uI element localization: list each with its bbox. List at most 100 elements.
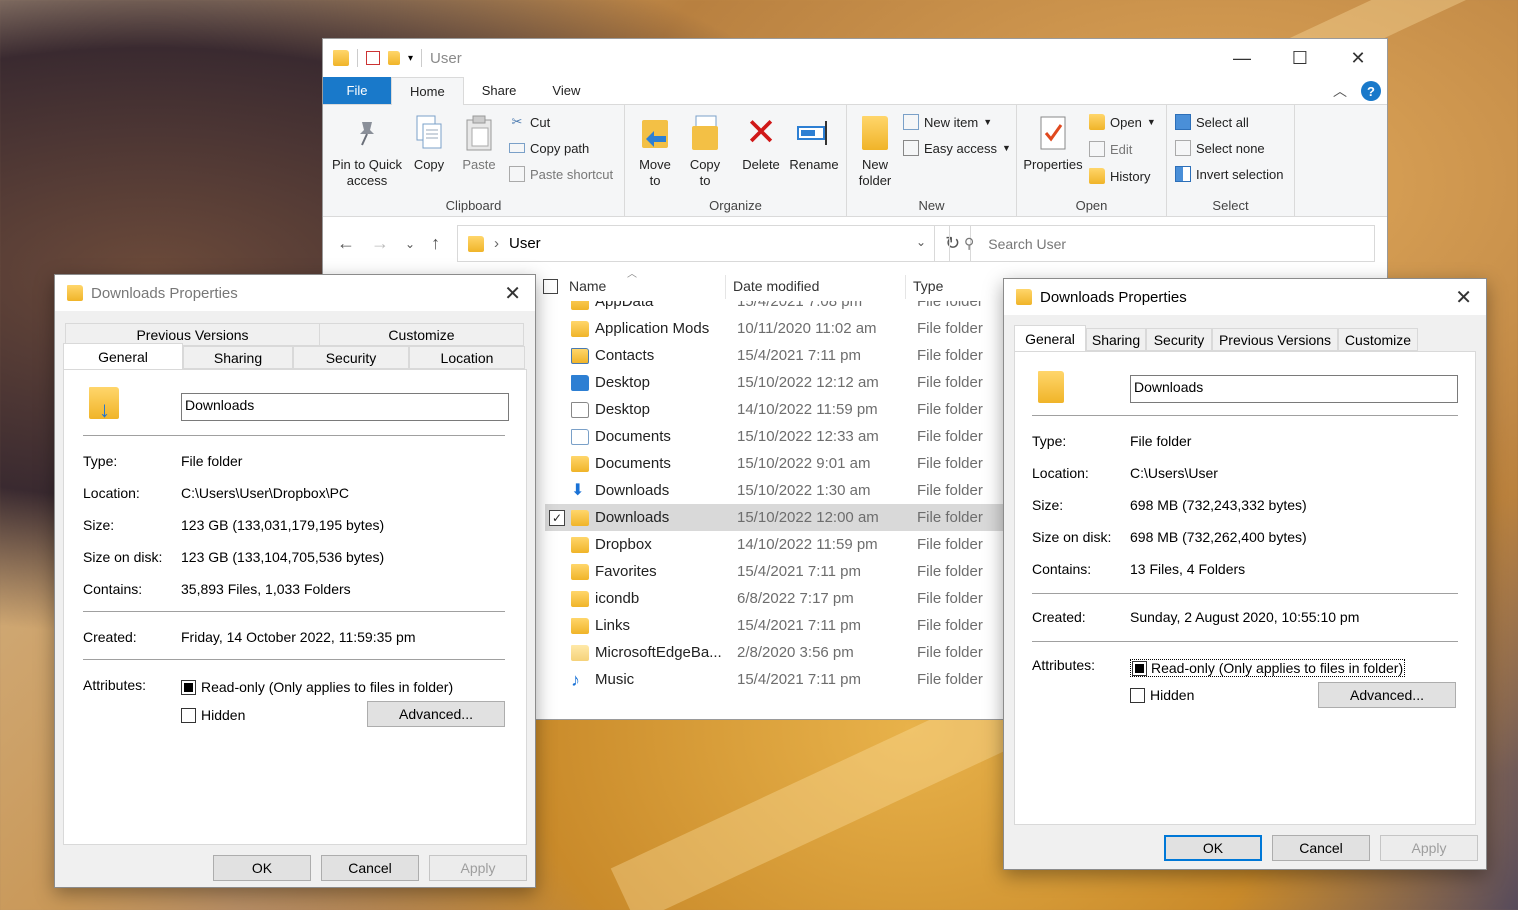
properties-qat-icon[interactable] — [366, 51, 380, 65]
ribbon-right-controls: ︿ ? — [1333, 81, 1381, 101]
tab-customize[interactable]: Customize — [1338, 328, 1418, 351]
file-row[interactable]: Links 15/4/2021 7:11 pm File folder — [545, 612, 1005, 639]
file-row[interactable]: ⬇ Downloads 15/10/2022 1:30 am File folder — [545, 477, 1005, 504]
move-to-button[interactable]: Move to — [633, 111, 677, 189]
tab-customize[interactable]: Customize — [319, 323, 524, 346]
ok-button[interactable]: OK — [1164, 835, 1262, 861]
select-none-button[interactable]: Select none — [1175, 137, 1265, 159]
cancel-button[interactable]: Cancel — [1272, 835, 1370, 861]
forward-arrow-icon[interactable]: → — [371, 233, 389, 254]
file-row[interactable]: AppData 15/4/2021 7:08 pm File folder — [545, 301, 1005, 315]
column-date-modified[interactable]: Date modified — [733, 278, 819, 294]
new-folder-button[interactable]: New folder — [855, 111, 895, 189]
file-row[interactable]: ♪ Music 15/4/2021 7:11 pm File folder — [545, 666, 1005, 693]
tab-previous-versions[interactable]: Previous Versions — [1212, 328, 1338, 351]
address-dropdown-icon[interactable]: ⌄ — [916, 235, 926, 249]
tab-home[interactable]: Home — [391, 77, 464, 106]
readonly-checkbox[interactable] — [181, 679, 196, 695]
tab-security[interactable]: Security — [293, 346, 409, 369]
customize-qat-dropdown-icon[interactable]: ▾ — [408, 53, 413, 64]
new-item-button[interactable]: New item ▼ — [903, 111, 992, 133]
tab-share[interactable]: Share — [464, 77, 535, 104]
back-arrow-icon[interactable]: ← — [337, 233, 355, 254]
hidden-option[interactable]: Hidden — [181, 707, 245, 723]
select-all-button[interactable]: Select all — [1175, 111, 1249, 133]
row-checkbox[interactable]: ✓ — [549, 509, 565, 526]
copy-path-button[interactable]: Copy path — [509, 137, 589, 159]
close-button[interactable]: ✕ — [1329, 39, 1387, 77]
file-row[interactable]: Documents 15/10/2022 9:01 am File folder — [545, 450, 1005, 477]
tab-view[interactable]: View — [534, 77, 598, 104]
search-input[interactable]: ⚲ Search User — [949, 225, 1375, 262]
tab-sharing[interactable]: Sharing — [183, 346, 293, 369]
file-row[interactable]: icondb 6/8/2022 7:17 pm File folder — [545, 585, 1005, 612]
column-name[interactable]: Name — [569, 278, 606, 294]
close-icon[interactable]: ✕ — [1455, 285, 1472, 310]
file-row[interactable]: Favorites 15/4/2021 7:11 pm File folder — [545, 558, 1005, 585]
file-row[interactable]: Dropbox 14/10/2022 11:59 pm File folder — [545, 531, 1005, 558]
maximize-button[interactable]: ☐ — [1271, 39, 1329, 77]
delete-button[interactable]: ✕ Delete — [739, 111, 783, 173]
up-arrow-icon[interactable]: ↑ — [431, 233, 440, 254]
divider — [1032, 593, 1458, 594]
file-row[interactable]: Contacts 15/4/2021 7:11 pm File folder — [545, 342, 1005, 369]
column-divider[interactable] — [905, 275, 906, 299]
hidden-checkbox[interactable] — [1130, 687, 1145, 703]
file-row[interactable]: Application Mods 10/11/2020 11:02 am File … — [545, 315, 1005, 342]
properties-label: Properties — [1023, 157, 1083, 172]
tab-general[interactable]: General — [63, 343, 183, 369]
invert-selection-button[interactable]: Invert selection — [1175, 163, 1283, 185]
apply-button[interactable]: Apply — [1380, 835, 1478, 861]
tab-file[interactable]: File — [323, 77, 391, 104]
easy-access-button[interactable]: Easy access ▼ — [903, 137, 1011, 159]
cut-button[interactable]: ✂ Cut — [509, 111, 551, 133]
copy-to-button[interactable]: Copy to — [683, 111, 727, 189]
address-bar[interactable]: › User ⌄ — [457, 225, 935, 262]
tab-general[interactable]: General — [1014, 325, 1086, 351]
new-folder-qat-icon[interactable] — [388, 51, 400, 65]
ok-button[interactable]: OK — [213, 855, 311, 881]
file-row[interactable]: Desktop 15/10/2022 12:12 am File folder — [545, 369, 1005, 396]
hidden-checkbox[interactable] — [181, 707, 196, 723]
search-placeholder: Search User — [988, 235, 1067, 252]
advanced-button[interactable]: Advanced... — [1318, 682, 1456, 708]
readonly-checkbox[interactable] — [1132, 660, 1147, 676]
copy-button[interactable]: Copy — [407, 111, 451, 173]
recent-locations-chevron-icon[interactable]: ⌄ — [405, 233, 415, 254]
minimize-button[interactable]: — — [1213, 39, 1271, 77]
close-icon[interactable]: ✕ — [504, 281, 521, 306]
breadcrumb-user[interactable]: User — [509, 235, 541, 252]
folder-name-field[interactable]: Downloads — [181, 393, 509, 421]
paste-shortcut-button[interactable]: Paste shortcut — [509, 163, 613, 185]
cancel-button[interactable]: Cancel — [321, 855, 419, 881]
select-all-checkbox[interactable] — [543, 278, 558, 294]
apply-button[interactable]: Apply — [429, 855, 527, 881]
advanced-button[interactable]: Advanced... — [367, 701, 505, 727]
column-divider[interactable] — [725, 275, 726, 299]
tab-location[interactable]: Location — [409, 346, 525, 369]
column-type[interactable]: Type — [913, 278, 943, 294]
tab-sharing[interactable]: Sharing — [1086, 328, 1146, 351]
user-folder-icon — [468, 235, 484, 252]
hidden-option[interactable]: Hidden — [1130, 687, 1194, 703]
readonly-option[interactable]: Read-only (Only applies to files in fold… — [1130, 659, 1406, 677]
links-folder-icon — [571, 617, 589, 634]
readonly-option[interactable]: Read-only (Only applies to files in fold… — [181, 679, 453, 695]
pin-to-quick-access-button[interactable]: Pin to Quick access — [331, 111, 403, 189]
paste-button[interactable]: Paste — [457, 111, 501, 173]
navigation-buttons: ← → ⌄ ↑ — [337, 233, 440, 254]
file-row[interactable]: MicrosoftEdgeBa... 2/8/2020 3:56 pm File f… — [545, 639, 1005, 666]
file-row[interactable]: ✓ Downloads 15/10/2022 12:00 am File folder — [545, 504, 1005, 531]
file-row[interactable]: Documents 15/10/2022 12:33 am File folder — [545, 423, 1005, 450]
help-icon[interactable]: ? — [1361, 81, 1381, 101]
properties-button[interactable]: Properties — [1023, 111, 1083, 173]
rename-button[interactable]: Rename — [789, 111, 839, 173]
open-button[interactable]: Open ▼ — [1089, 111, 1156, 133]
file-row[interactable]: Desktop 14/10/2022 11:59 pm File folder — [545, 396, 1005, 423]
history-button[interactable]: History — [1089, 165, 1150, 187]
edit-button[interactable]: Edit — [1089, 138, 1132, 160]
folder-name-field[interactable]: Downloads — [1130, 375, 1458, 403]
collapse-ribbon-icon[interactable]: ︿ — [1333, 81, 1347, 101]
desktop-folder-icon — [571, 374, 589, 391]
tab-security[interactable]: Security — [1146, 328, 1212, 351]
